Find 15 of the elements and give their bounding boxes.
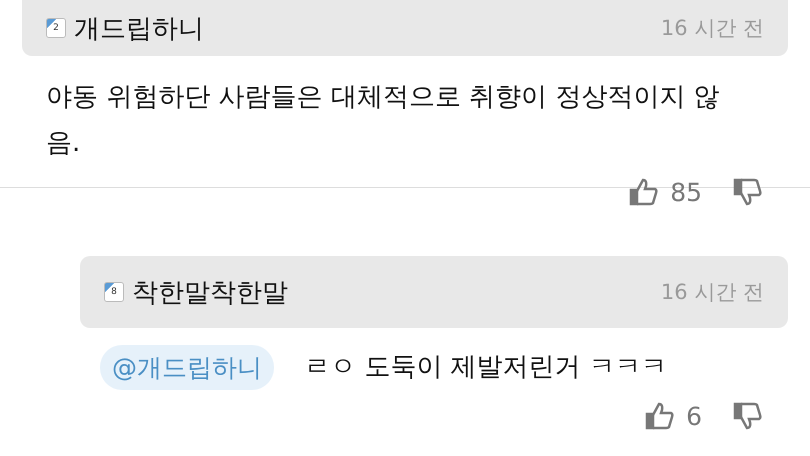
thumbs-up-icon[interactable] bbox=[628, 176, 660, 208]
comment-text: ㄹㅇ 도둑이 제발저린거 ㅋㅋㅋ bbox=[304, 351, 667, 384]
thumbs-up-icon[interactable] bbox=[644, 400, 676, 432]
author-name[interactable]: 착한말착한말 bbox=[132, 274, 288, 310]
thumbs-down-icon[interactable] bbox=[732, 400, 764, 432]
timestamp: 16 시간 전 bbox=[660, 15, 764, 42]
comment-text: 야동 위험하단 사람들은 대체적으로 취향이 정상적이지 않 bbox=[46, 81, 720, 114]
comment-text: 음. bbox=[46, 127, 82, 160]
like-count: 85 bbox=[670, 178, 702, 206]
author-name[interactable]: 개드립하니 bbox=[74, 10, 204, 46]
like-count: 6 bbox=[686, 402, 702, 430]
level-badge: 2 bbox=[46, 18, 66, 38]
timestamp: 16 시간 전 bbox=[660, 279, 764, 306]
level-badge: 8 bbox=[104, 282, 124, 302]
thumbs-down-icon[interactable] bbox=[732, 176, 764, 208]
